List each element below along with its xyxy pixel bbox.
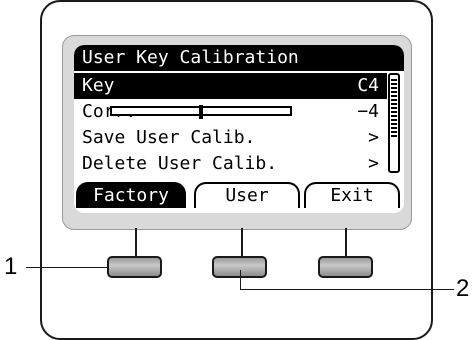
softkey-factory[interactable]: Factory [76, 182, 186, 208]
hardware-button-right[interactable] [318, 256, 373, 278]
button-stem [345, 228, 347, 256]
menu-row-label: Delete User Calib. [82, 153, 278, 174]
menu-row-save[interactable]: Save User Calib. > [74, 125, 387, 151]
scrollbar[interactable] [388, 73, 400, 173]
chevron-right-icon: > [368, 153, 379, 174]
screen-title: User Key Calibration [74, 45, 404, 71]
button-stem [241, 228, 243, 256]
menu-row-delete[interactable]: Delete User Calib. > [74, 151, 387, 177]
scroll-thumb[interactable] [391, 77, 397, 137]
menu-row-corr[interactable]: Corr. −4 [74, 99, 387, 125]
callout-line-2 [240, 289, 454, 290]
button-stem [135, 228, 137, 256]
chevron-right-icon: > [368, 127, 379, 148]
callout-number-2: 2 [456, 275, 470, 302]
menu-row-label: Key [82, 75, 115, 96]
softkey-user[interactable]: User [194, 182, 300, 208]
correction-slider[interactable] [110, 105, 292, 119]
slider-knob[interactable] [199, 105, 203, 119]
menu-row-key[interactable]: Key C4 [74, 73, 387, 99]
lcd-screen: User Key Calibration Key C4 Corr. −4 Sav… [74, 45, 404, 213]
menu-row-value: C4 [357, 75, 379, 96]
callout-line-1 [26, 267, 108, 268]
softkey-bar: Factory User Exit [74, 178, 404, 213]
softkey-exit[interactable]: Exit [304, 182, 400, 208]
hardware-button-left[interactable] [107, 256, 162, 278]
menu-row-value: −4 [357, 101, 379, 122]
callout-line-2-vertical [240, 270, 241, 290]
menu-row-label: Save User Calib. [82, 127, 256, 148]
callout-number-1: 1 [4, 253, 18, 280]
